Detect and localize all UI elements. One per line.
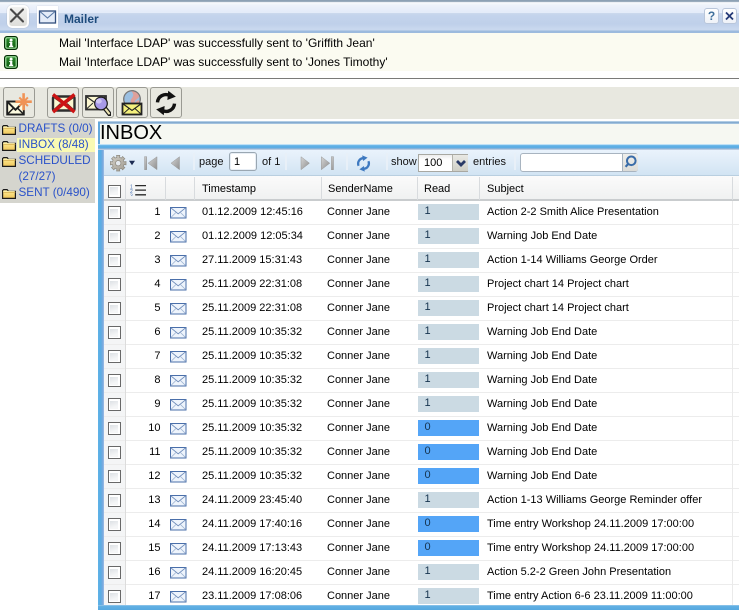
svg-text:3: 3: [130, 194, 133, 197]
